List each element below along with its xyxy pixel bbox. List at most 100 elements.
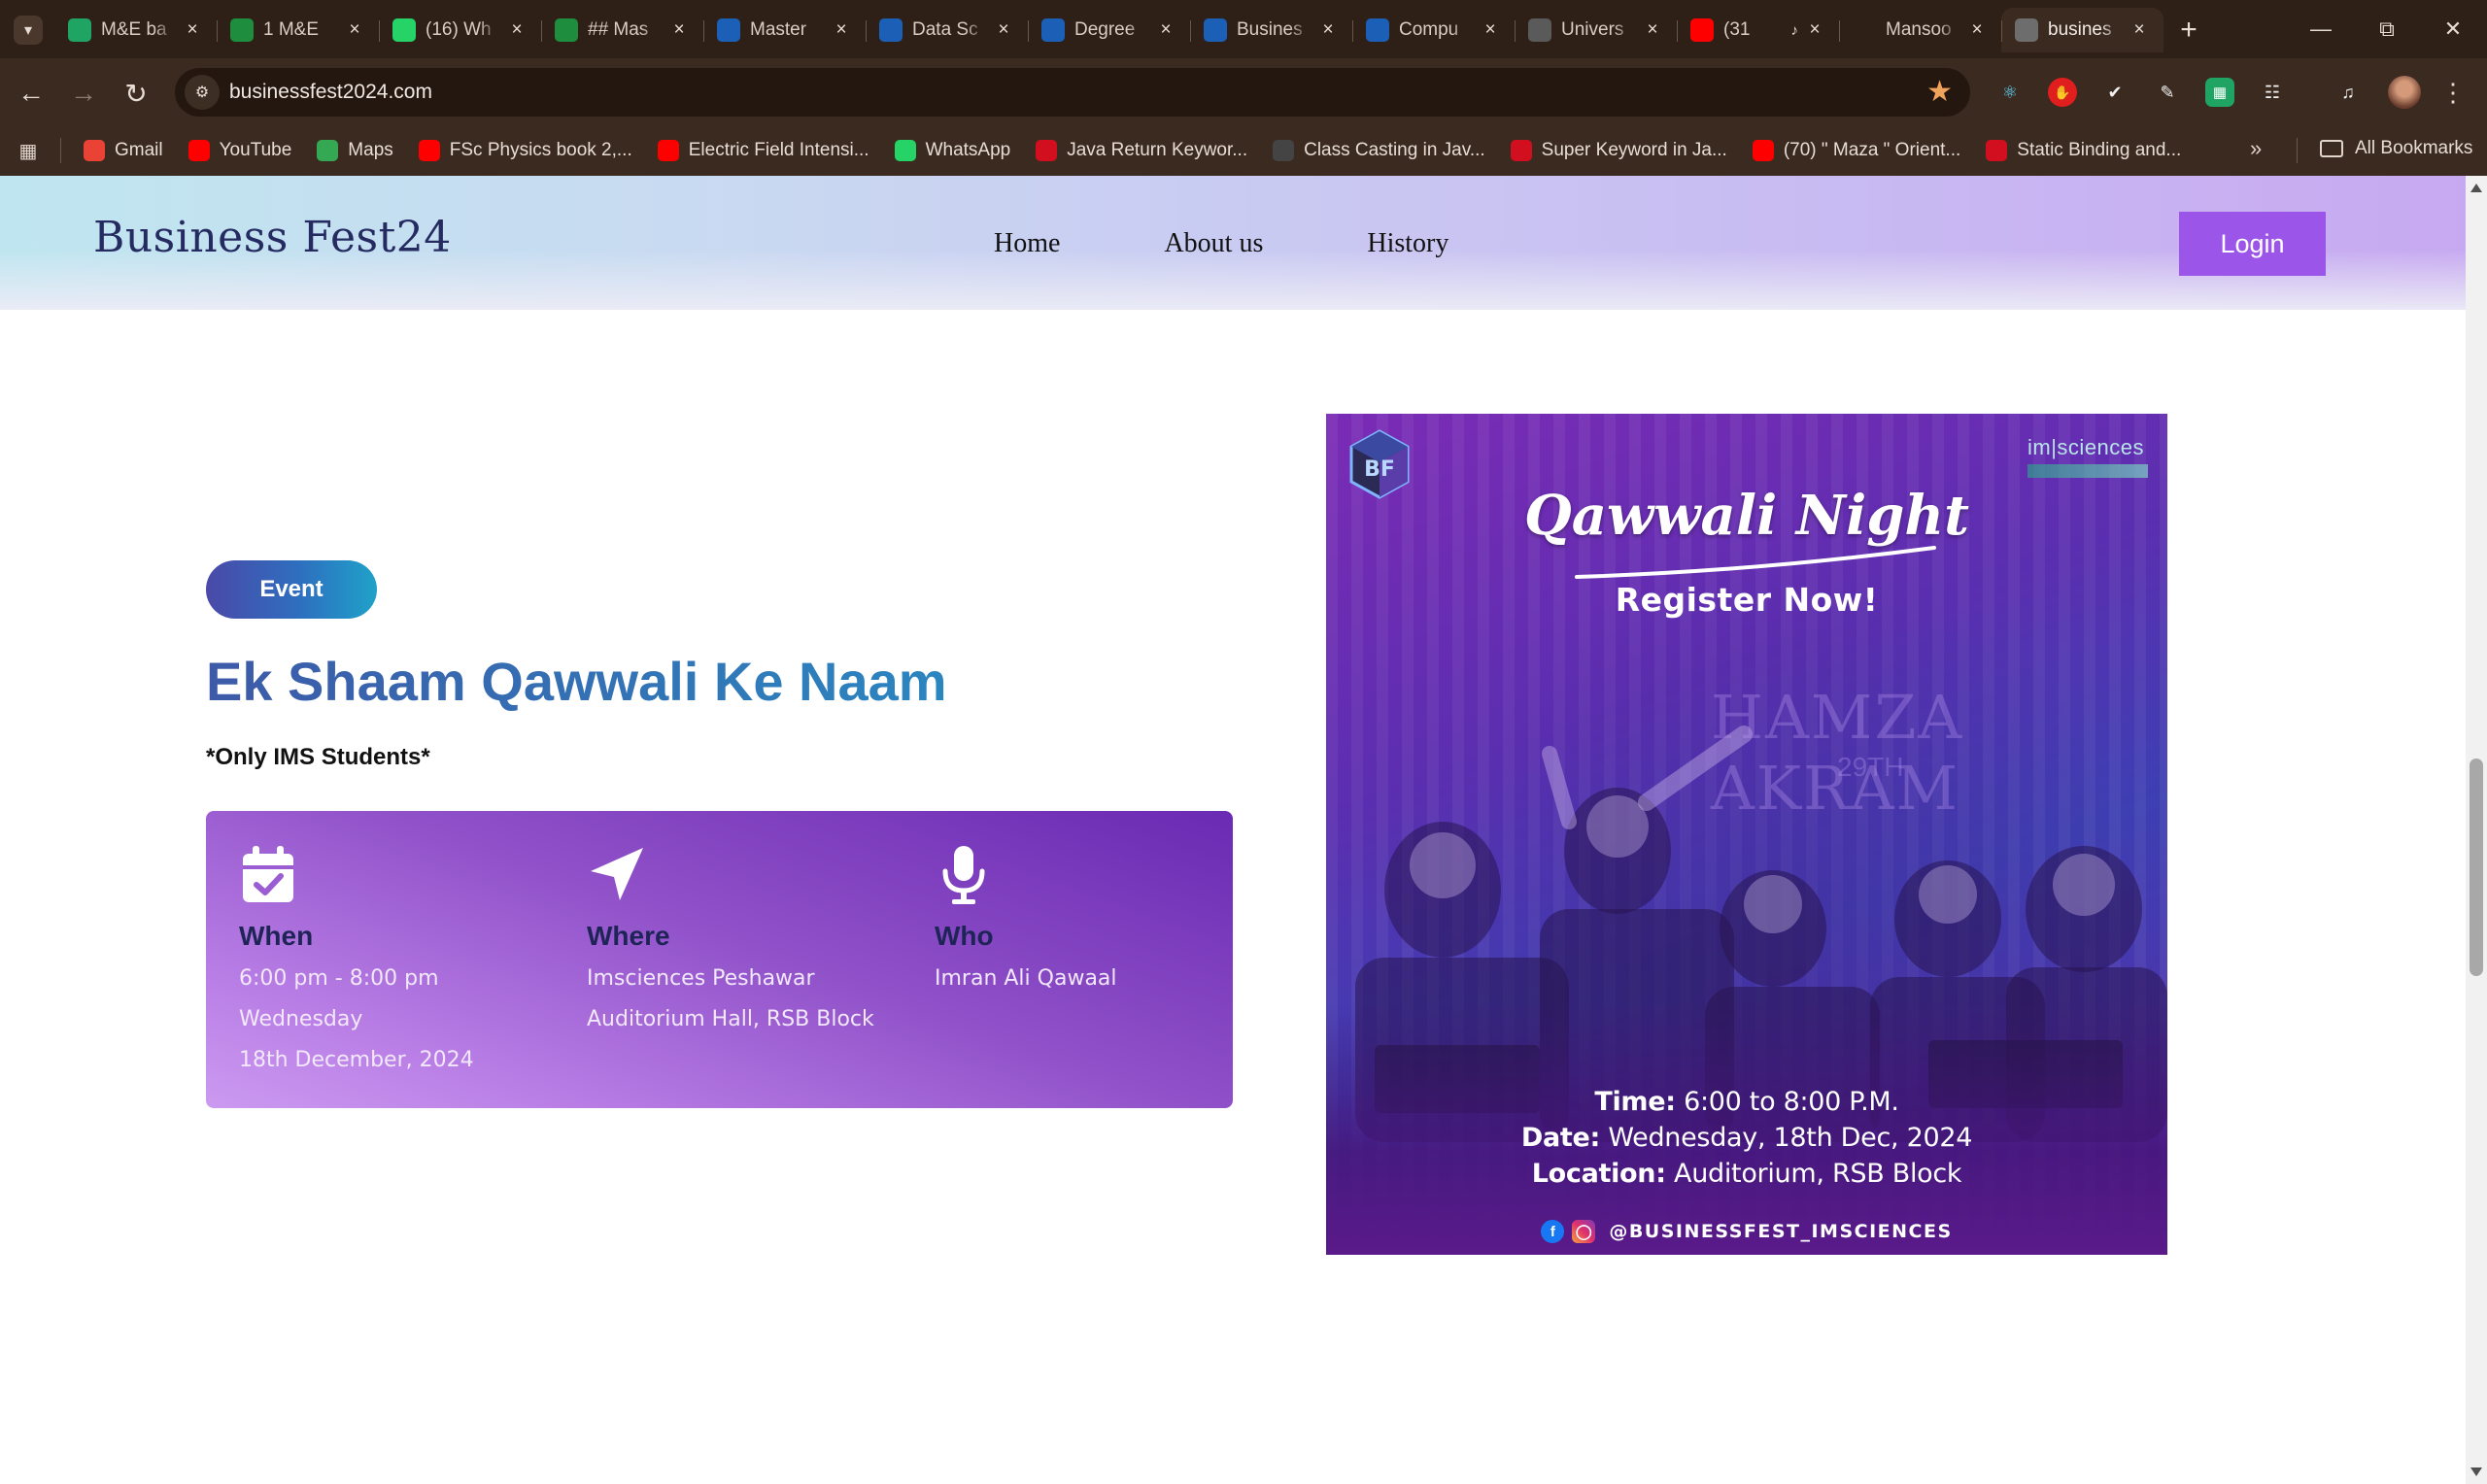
nav-about-link[interactable]: About us xyxy=(1164,228,1263,259)
media-controls-icon[interactable]: ♫ xyxy=(2334,78,2363,107)
address-bar[interactable]: ⚙ businessfest2024.com ★ xyxy=(175,68,1970,117)
bookmark-item[interactable]: Gmail xyxy=(84,140,163,161)
bookmark-item[interactable]: Class Casting in Jav... xyxy=(1273,140,1485,161)
browser-tab[interactable]: Univers × xyxy=(1515,8,1677,52)
forward-button[interactable]: → xyxy=(64,74,103,113)
browser-tab[interactable]: ## Mas × xyxy=(541,8,703,52)
close-tab-icon[interactable]: × xyxy=(344,19,365,41)
close-tab-icon[interactable]: × xyxy=(993,19,1014,41)
when-day: Wednesday xyxy=(239,1007,363,1031)
close-tab-icon[interactable]: × xyxy=(1966,19,1988,41)
scrollbar-thumb[interactable] xyxy=(2470,759,2483,976)
url-text[interactable]: businessfest2024.com xyxy=(229,81,432,104)
close-tab-icon[interactable]: × xyxy=(668,19,690,41)
browser-tab[interactable]: Mansoo × xyxy=(1839,8,2001,52)
site-info-icon[interactable]: ⚙ xyxy=(185,75,220,110)
browser-chrome: ▾ M&E ba × 1 M&E × (16) Wh × ## Mas × Master × Dat… xyxy=(0,0,2487,176)
bookmark-item[interactable]: Maps xyxy=(317,140,393,161)
tab-title: (31 xyxy=(1723,19,1751,40)
bookmark-item[interactable]: YouTube xyxy=(187,140,291,161)
bookmark-label: Static Binding and... xyxy=(2017,140,2182,160)
close-window-button[interactable]: ✕ xyxy=(2429,10,2477,49)
poster-time-label: Time: xyxy=(1594,1087,1676,1117)
close-tab-icon[interactable]: × xyxy=(1804,19,1825,41)
close-tab-icon[interactable]: × xyxy=(1317,19,1339,41)
university-icon xyxy=(717,18,740,42)
browser-tab[interactable]: (16) Wh × xyxy=(379,8,541,52)
browser-toolbar: ← → ↻ ⚙ businessfest2024.com ★ ⚛ ✋ ✔ ✎ ▦… xyxy=(0,58,2487,126)
close-tab-icon[interactable]: × xyxy=(506,19,528,41)
bookmark-item[interactable]: Electric Field Intensi... xyxy=(657,140,869,161)
browser-menu-icon[interactable]: ⋮ xyxy=(2438,76,2468,109)
browser-tab[interactable]: (31 ♪ × xyxy=(1677,8,1839,52)
tab-title: Mansoo xyxy=(1886,19,1952,40)
profile-avatar[interactable] xyxy=(2388,76,2421,109)
page-viewport: Business Fest24 Home About us History Lo… xyxy=(0,176,2466,1484)
poster-title: Qawwali Night xyxy=(1523,484,1969,548)
new-tab-button[interactable]: + xyxy=(2172,14,2205,47)
javatpoint-icon xyxy=(1036,140,1058,161)
browser-tab[interactable]: M&E ba × xyxy=(54,8,217,52)
nav-history-link[interactable]: History xyxy=(1367,228,1448,259)
bookmark-item[interactable]: (70) " Maza " Orient... xyxy=(1752,140,1961,161)
bookmark-label: (70) " Maza " Orient... xyxy=(1783,140,1961,160)
bookmark-item[interactable]: Super Keyword in Ja... xyxy=(1510,140,1727,161)
blank-icon xyxy=(1853,18,1876,42)
login-button[interactable]: Login xyxy=(2179,212,2326,276)
bookmark-star-icon[interactable]: ★ xyxy=(1926,76,1953,109)
close-tab-icon[interactable]: × xyxy=(1155,19,1176,41)
bookmark-item[interactable]: Static Binding and... xyxy=(1986,140,2181,161)
tab-search-button[interactable]: ▾ xyxy=(14,16,43,45)
browser-tab[interactable]: Data Sc × xyxy=(866,8,1028,52)
speaker-icon[interactable]: ♪ xyxy=(1791,22,1799,39)
google-drive-icon xyxy=(68,18,91,42)
poster-details: Time: 6:00 to 8:00 P.M. Date: Wednesday,… xyxy=(1326,1084,2167,1192)
sheets-extension-icon[interactable]: ▦ xyxy=(2205,78,2234,107)
scroll-up-arrow-icon[interactable] xyxy=(2470,184,2482,192)
browser-tab[interactable]: Busines × xyxy=(1190,8,1352,52)
extensions-puzzle-icon[interactable]: ☷ xyxy=(2258,78,2287,107)
browser-tab[interactable]: busines × xyxy=(2001,8,2163,52)
bookmark-label: Maps xyxy=(348,140,393,160)
minimize-button[interactable]: — xyxy=(2297,10,2345,49)
browser-tab[interactable]: Master × xyxy=(703,8,866,52)
university-icon xyxy=(879,18,903,42)
checkmark-extension-icon[interactable]: ✔ xyxy=(2100,78,2129,107)
maps-icon xyxy=(317,140,339,161)
nav-home-link[interactable]: Home xyxy=(994,228,1060,259)
close-tab-icon[interactable]: × xyxy=(182,19,203,41)
close-tab-icon[interactable]: × xyxy=(1480,19,1501,41)
more-bookmarks-chevron-icon[interactable]: » xyxy=(2250,136,2262,161)
bookmark-item[interactable]: FSc Physics book 2,... xyxy=(418,140,632,161)
restore-button[interactable]: ⧉ xyxy=(2363,10,2411,49)
scroll-down-arrow-icon[interactable] xyxy=(2470,1467,2482,1476)
bookmarks-bar: ▦ Gmail YouTube Maps FSc Physics book 2,...… xyxy=(0,126,2487,175)
reload-button[interactable]: ↻ xyxy=(117,74,155,113)
who-column: Who Imran Ali Qawaal xyxy=(935,844,1117,993)
bookmarks-divider xyxy=(60,138,61,163)
poster-date-line: Date: Wednesday, 18th Dec, 2024 xyxy=(1326,1120,2167,1156)
react-devtools-icon[interactable]: ⚛ xyxy=(1995,78,2025,107)
where-hall: Auditorium Hall, RSB Block xyxy=(587,1007,874,1031)
browser-tab[interactable]: Compu × xyxy=(1352,8,1515,52)
adblock-icon[interactable]: ✋ xyxy=(2048,78,2077,107)
eyedropper-icon[interactable]: ✎ xyxy=(2153,78,2182,107)
browser-tab[interactable]: Degree × xyxy=(1028,8,1190,52)
eligibility-note: *Only IMS Students* xyxy=(206,744,430,770)
bookmark-item[interactable]: Java Return Keywor... xyxy=(1036,140,1247,161)
site-logo[interactable]: Business Fest24 xyxy=(93,213,452,262)
browser-tab[interactable]: 1 M&E × xyxy=(217,8,379,52)
tab-title: (16) Wh xyxy=(426,19,492,40)
tab-list: M&E ba × 1 M&E × (16) Wh × ## Mas × Master × Data … xyxy=(54,8,2163,52)
back-button[interactable]: ← xyxy=(12,74,51,113)
page-scrollbar[interactable] xyxy=(2466,176,2487,1484)
bookmark-item[interactable]: WhatsApp xyxy=(894,140,1010,161)
tab-title: Busines xyxy=(1237,19,1303,40)
close-tab-icon[interactable]: × xyxy=(2129,19,2150,41)
microphone-icon xyxy=(942,846,985,904)
all-bookmarks-button[interactable]: All Bookmarks xyxy=(2320,138,2472,159)
event-title: Ek Shaam Qawwali Ke Naam xyxy=(206,651,947,712)
close-tab-icon[interactable]: × xyxy=(831,19,852,41)
close-tab-icon[interactable]: × xyxy=(1642,19,1663,41)
apps-grid-icon[interactable]: ▦ xyxy=(16,138,41,163)
